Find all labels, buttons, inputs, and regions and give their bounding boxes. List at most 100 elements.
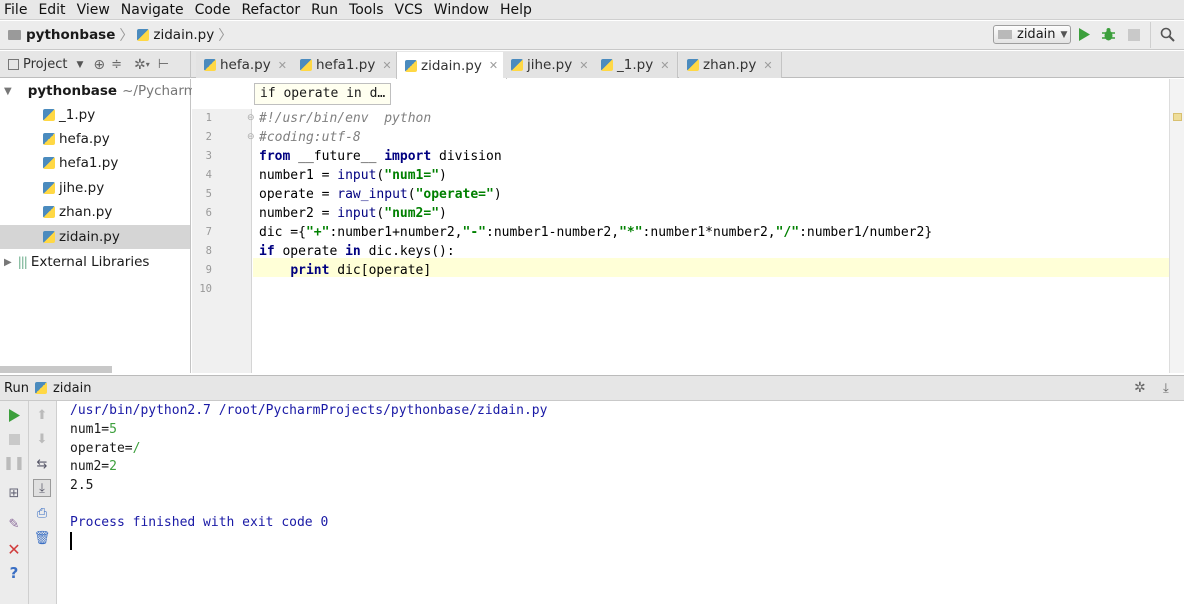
file-label: hefa.py	[59, 131, 110, 147]
run-panel-title: Run	[4, 380, 29, 396]
tab-zhan[interactable]: zhan.py ✕	[679, 52, 782, 78]
menu-bar: File Edit View Navigate Code Refactor Ru…	[0, 0, 1184, 20]
menu-edit[interactable]: Edit	[33, 2, 71, 18]
tree-item-file[interactable]: hefa.py	[0, 127, 190, 151]
console-prompt: num1=	[70, 422, 110, 437]
stop-button[interactable]	[5, 430, 23, 448]
python-file-icon	[43, 109, 55, 121]
help-button[interactable]: ?	[5, 564, 23, 582]
tree-item-file[interactable]: _1.py	[0, 103, 190, 127]
print-button[interactable]: ⎙	[33, 504, 51, 522]
project-panel-header: Project ▼ ⊕ ≑ ✲ ▾ ⊢	[0, 51, 191, 78]
menu-file[interactable]: File	[0, 2, 33, 18]
editor-scrollbar[interactable]	[1169, 79, 1184, 373]
line-number: 5	[205, 188, 212, 200]
horizontal-scrollbar[interactable]	[0, 366, 112, 373]
run-console[interactable]: /usr/bin/python2.7 /root/PycharmProjects…	[58, 401, 1184, 604]
file-label: zhan.py	[59, 204, 113, 220]
run-config-dropdown[interactable]: zidain ▼	[993, 25, 1071, 44]
run-toolbar: ❚❚ ⊞ ✎ ✕ ?	[0, 401, 29, 604]
pause-button[interactable]: ❚❚	[3, 454, 25, 472]
tab-label: jihe.py	[527, 57, 573, 73]
breadcrumb-project[interactable]: pythonbase	[26, 27, 115, 43]
root-path: ~/Pycharm	[122, 83, 197, 99]
close-button[interactable]: ✕	[5, 540, 23, 559]
menu-vcs[interactable]: VCS	[390, 2, 429, 18]
menu-navigate[interactable]: Navigate	[116, 2, 190, 18]
pin-button[interactable]: ✎	[5, 515, 23, 533]
console-line: operate=/	[70, 441, 140, 456]
stop-button[interactable]	[1126, 27, 1141, 42]
close-icon[interactable]: ✕	[763, 59, 772, 72]
hide-panel-icon[interactable]: ⤓	[1163, 381, 1169, 396]
analysis-status-icon[interactable]	[1173, 113, 1182, 121]
python-file-icon	[43, 133, 55, 145]
gear-icon[interactable]: ✲	[1134, 380, 1146, 396]
console-line: num1=5	[70, 422, 117, 437]
code-line-4: number1 = input("num1=")	[259, 168, 447, 183]
close-icon[interactable]: ✕	[278, 59, 287, 72]
breadcrumb-file[interactable]: zidain.py	[153, 27, 214, 43]
file-label: hefa1.py	[59, 155, 119, 171]
chevron-down-icon[interactable]: ▼	[4, 86, 12, 97]
soft-wrap-button[interactable]: ⇆	[33, 455, 51, 473]
tab-label: _1.py	[617, 57, 654, 73]
collapse-icon[interactable]: ≑	[111, 57, 122, 72]
tree-item-file-selected[interactable]: zidain.py	[0, 225, 190, 249]
tab-zidain[interactable]: zidain.py ✕	[396, 52, 508, 79]
python-file-icon	[405, 59, 417, 72]
tree-root[interactable]: ▼ pythonbase ~/Pycharm	[0, 79, 197, 103]
close-icon[interactable]: ✕	[489, 59, 498, 72]
tree-item-file[interactable]: jihe.py	[0, 176, 190, 200]
tab-hefa[interactable]: hefa.py ✕	[196, 52, 296, 78]
menu-refactor[interactable]: Refactor	[236, 2, 306, 18]
chevron-right-icon[interactable]: ▶	[4, 257, 12, 268]
chevron-down-icon[interactable]: ▾	[146, 60, 150, 69]
pause-icon: ❚❚	[3, 455, 25, 471]
search-button[interactable]	[1160, 27, 1175, 42]
console-prompt: num2=	[70, 459, 110, 474]
run-panel-header: Run zidain ✲ ⤓	[0, 375, 1184, 401]
menu-window[interactable]: Window	[429, 2, 495, 18]
tree-item-external-libraries[interactable]: ▶ ||| External Libraries	[0, 250, 190, 274]
console-input: /	[132, 441, 141, 456]
chevron-down-icon: ▼	[1060, 29, 1068, 40]
file-label: _1.py	[59, 107, 96, 123]
run-button[interactable]	[1077, 27, 1092, 42]
tab-jihe[interactable]: jihe.py ✕	[503, 52, 598, 78]
rerun-button[interactable]	[5, 406, 23, 424]
scroll-to-end-button[interactable]: ⤓	[33, 479, 51, 497]
tab-1[interactable]: _1.py ✕	[593, 52, 679, 78]
breadcrumb-popup: if operate in d…	[254, 83, 392, 105]
clear-all-button[interactable]: 🗑	[33, 529, 51, 547]
target-icon[interactable]: ⊕	[93, 57, 105, 73]
code-editor[interactable]: #!/usr/bin/env python #coding:utf-8 from…	[253, 109, 1169, 373]
scroll-down-button[interactable]: ⬇	[33, 430, 51, 448]
scroll-up-button[interactable]: ⬆	[33, 406, 51, 424]
close-icon[interactable]: ✕	[382, 59, 391, 72]
pin-icon: ✎	[8, 516, 20, 532]
chevron-down-icon[interactable]: ▼	[76, 60, 83, 70]
python-file-icon	[137, 29, 150, 41]
layout-button[interactable]: ⊞	[5, 484, 23, 502]
menu-view[interactable]: View	[72, 2, 116, 18]
console-command: /usr/bin/python2.7 /root/PycharmProjects…	[70, 403, 548, 418]
tree-item-file[interactable]: hefa1.py	[0, 151, 190, 175]
menu-tools[interactable]: Tools	[344, 2, 390, 18]
tab-hefa1[interactable]: hefa1.py ✕	[292, 52, 401, 78]
menu-run[interactable]: Run	[306, 2, 344, 18]
run-config-tab[interactable]: zidain	[53, 381, 92, 396]
console-line: num2=2	[70, 459, 117, 474]
project-view-label[interactable]: Project	[23, 57, 67, 72]
menu-help[interactable]: Help	[495, 2, 538, 18]
code-line-5: operate = raw_input("operate=")	[259, 187, 502, 202]
close-icon[interactable]: ✕	[660, 59, 669, 72]
menu-code[interactable]: Code	[190, 2, 237, 18]
tab-label: hefa1.py	[316, 57, 376, 73]
tree-item-file[interactable]: zhan.py	[0, 200, 190, 224]
line-number: 1	[205, 112, 212, 124]
debug-button[interactable]	[1101, 27, 1116, 42]
gear-icon[interactable]: ✲	[134, 57, 146, 73]
close-icon[interactable]: ✕	[579, 59, 588, 72]
hide-panel-icon[interactable]: ⊢	[158, 57, 169, 72]
